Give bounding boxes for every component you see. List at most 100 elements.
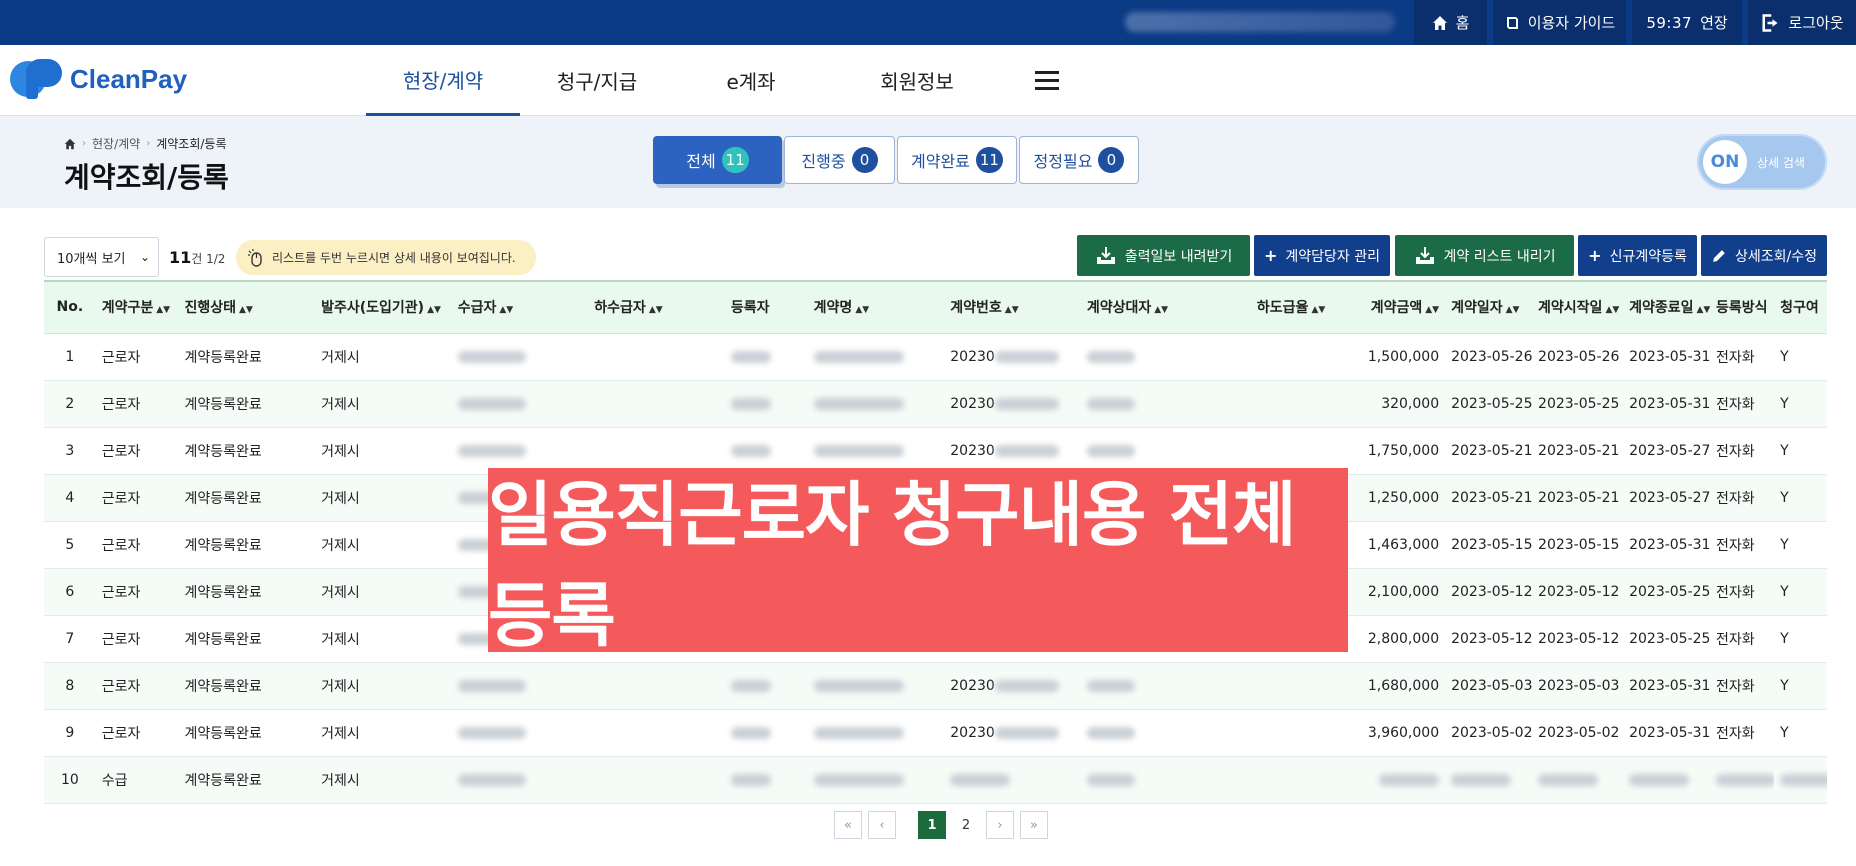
breadcrumb-item: 계약조회/등록 — [156, 137, 227, 151]
redacted-cell — [1080, 333, 1218, 381]
cell-method: 전자화 — [1710, 615, 1775, 663]
nav-e-account[interactable]: e계좌 — [674, 45, 828, 116]
download-daily-report-button[interactable]: 출력일보 내려받기 — [1077, 235, 1250, 276]
breadcrumb-home-icon[interactable] — [64, 138, 76, 150]
download-tray-icon — [1096, 246, 1115, 264]
column-header-sortable[interactable]: 계약종료일 ▲▼ — [1623, 280, 1711, 334]
cell-client: 거제시 — [315, 709, 452, 757]
cell-type: 근로자 — [95, 474, 179, 522]
tab-completed[interactable]: 계약완료 11 — [897, 136, 1017, 184]
column-header-sortable[interactable]: 발주사(도입기관) ▲▼ — [315, 280, 452, 334]
tab-needs-correction[interactable]: 정정필요 0 — [1019, 136, 1139, 184]
home-button[interactable]: 홈 — [1411, 0, 1487, 45]
tab-all[interactable]: 전체 11 — [653, 136, 782, 184]
button-label: 계약 리스트 내리기 — [1443, 248, 1556, 265]
column-header-sortable[interactable]: 계약구분 ▲▼ — [95, 280, 179, 334]
redacted-value — [1451, 773, 1512, 786]
plus-icon: + — [1263, 246, 1278, 265]
tab-in-progress[interactable]: 진행중 0 — [784, 136, 895, 184]
empty-cell — [588, 662, 725, 710]
redacted-value — [1086, 444, 1135, 457]
tab-count: 11 — [721, 147, 749, 173]
cell-end: 2023-05-27 — [1623, 474, 1711, 522]
cell-contract-no: 20230 — [944, 333, 1081, 381]
next-page-icon[interactable]: › — [986, 811, 1014, 839]
cell-client: 거제시 — [315, 521, 452, 569]
detail-search-toggle[interactable]: ON 상세 검색 — [1697, 134, 1827, 190]
double-click-hint: 리스트를 두번 누르시면 상세 내용이 보여집니다. — [236, 240, 536, 275]
redacted-value — [730, 679, 771, 692]
user-info-redacted — [1125, 12, 1395, 32]
sort-icon: ▲▼ — [648, 305, 663, 316]
cell-client: 거제시 — [315, 615, 452, 663]
session-extend-button[interactable]: 59:37 연장 — [1629, 0, 1742, 45]
column-header-sortable[interactable]: 수급자 ▲▼ — [451, 280, 589, 334]
column-header-sortable[interactable]: 하수급자 ▲▼ — [588, 280, 725, 334]
empty-cell — [588, 756, 725, 804]
cell-date: 2023-05-21 — [1445, 427, 1533, 475]
cell-type: 근로자 — [95, 709, 179, 757]
table-row[interactable]: 10 수급 계약등록완료 거제시 — [44, 756, 1827, 804]
nav-billing-payment[interactable]: 청구/지급 — [520, 45, 674, 116]
download-tray-icon — [1415, 246, 1434, 264]
toggle-knob: ON — [1703, 140, 1747, 184]
column-header-sortable[interactable]: 계약금액 ▲▼ — [1331, 280, 1446, 334]
sort-icon: ▲▼ — [1605, 305, 1620, 316]
table-row[interactable]: 9 근로자 계약등록완료 거제시 20230 3,960,000 2023-05-02 202… — [44, 709, 1827, 757]
cell-end: 2023-05-31 — [1623, 380, 1711, 428]
prev-page-icon[interactable]: ‹ — [868, 811, 896, 839]
first-page-icon[interactable]: « — [834, 811, 862, 839]
redacted-value — [994, 350, 1059, 363]
cell-date — [1445, 756, 1533, 804]
empty-cell — [1217, 333, 1332, 381]
cell-status: 계약등록완료 — [178, 662, 316, 710]
table-row[interactable]: 2 근로자 계약등록완료 거제시 20230 320,000 2023-05-25 2023-… — [44, 380, 1827, 428]
column-header-sortable[interactable]: 하도급율 ▲▼ — [1217, 280, 1332, 334]
logout-label: 로그아웃 — [1788, 14, 1844, 32]
breadcrumb-item[interactable]: 현장/계약 — [92, 135, 140, 152]
page-button[interactable]: 2 — [952, 811, 980, 839]
nav-member-info[interactable]: 회원정보 — [840, 45, 994, 116]
user-guide-button[interactable]: 이용자 가이드 — [1490, 0, 1626, 45]
empty-cell — [588, 333, 725, 381]
sort-icon: ▲▼ — [855, 305, 870, 316]
table-row[interactable]: 1 근로자 계약등록완료 거제시 20230 1,500,000 2023-05-26 202… — [44, 333, 1827, 381]
cell-start: 2023-05-15 — [1532, 521, 1624, 569]
table-row[interactable]: 8 근로자 계약등록완료 거제시 20230 1,680,000 2023-05-03 202… — [44, 662, 1827, 710]
cell-claim: Y — [1774, 709, 1827, 757]
redacted-cell — [724, 662, 808, 710]
download-contract-list-button[interactable]: 계약 리스트 내리기 — [1395, 235, 1574, 276]
tab-count: 0 — [851, 147, 878, 173]
breadcrumb: › 현장/계약 › 계약조회/등록 — [64, 135, 227, 152]
cleanpay-logo[interactable]: CleanPay — [10, 59, 187, 99]
column-header-sortable[interactable]: 계약시작일 ▲▼ — [1532, 280, 1624, 334]
column-header-sortable[interactable]: 진행상태 ▲▼ — [178, 280, 316, 334]
redacted-value — [994, 397, 1059, 410]
column-header-sortable[interactable]: 계약명 ▲▼ — [807, 280, 945, 334]
cell-amount: 1,680,000 — [1331, 662, 1446, 710]
nav-site-contract[interactable]: 현장/계약 — [366, 45, 520, 116]
overlay-banner: 일용직근로자 청구내용 전체 등록 — [488, 468, 1348, 657]
per-page-select[interactable]: 10개씩 보기 ⌄ — [44, 237, 159, 277]
tab-label: 계약완료 — [911, 152, 970, 171]
column-header-sortable[interactable]: 계약번호 ▲▼ — [944, 280, 1081, 334]
redacted-value — [457, 350, 526, 363]
cell-contract-no: 20230 — [944, 380, 1081, 428]
cell-status: 계약등록완료 — [178, 380, 316, 428]
redacted-value — [994, 444, 1059, 457]
logo-text: CleanPay — [70, 63, 188, 94]
new-contract-button[interactable]: + 신규계약등록 — [1578, 235, 1697, 276]
detail-edit-button[interactable]: 상세조회/수정 — [1701, 235, 1827, 276]
cell-no: 1 — [44, 333, 96, 381]
logout-button[interactable]: 로그아웃 — [1745, 0, 1856, 45]
menu-icon[interactable] — [1035, 71, 1059, 91]
cell-claim: Y — [1774, 380, 1827, 428]
cell-type: 근로자 — [95, 380, 179, 428]
column-header-sortable[interactable]: 계약일자 ▲▼ — [1445, 280, 1533, 334]
manage-contract-manager-button[interactable]: + 계약담당자 관리 — [1254, 235, 1390, 276]
page-button[interactable]: 1 — [918, 811, 946, 839]
column-header-sortable[interactable]: 계약상대자 ▲▼ — [1080, 280, 1218, 334]
last-page-icon[interactable]: » — [1020, 811, 1048, 839]
cell-type: 근로자 — [95, 662, 179, 710]
redacted-cell — [1080, 756, 1218, 804]
